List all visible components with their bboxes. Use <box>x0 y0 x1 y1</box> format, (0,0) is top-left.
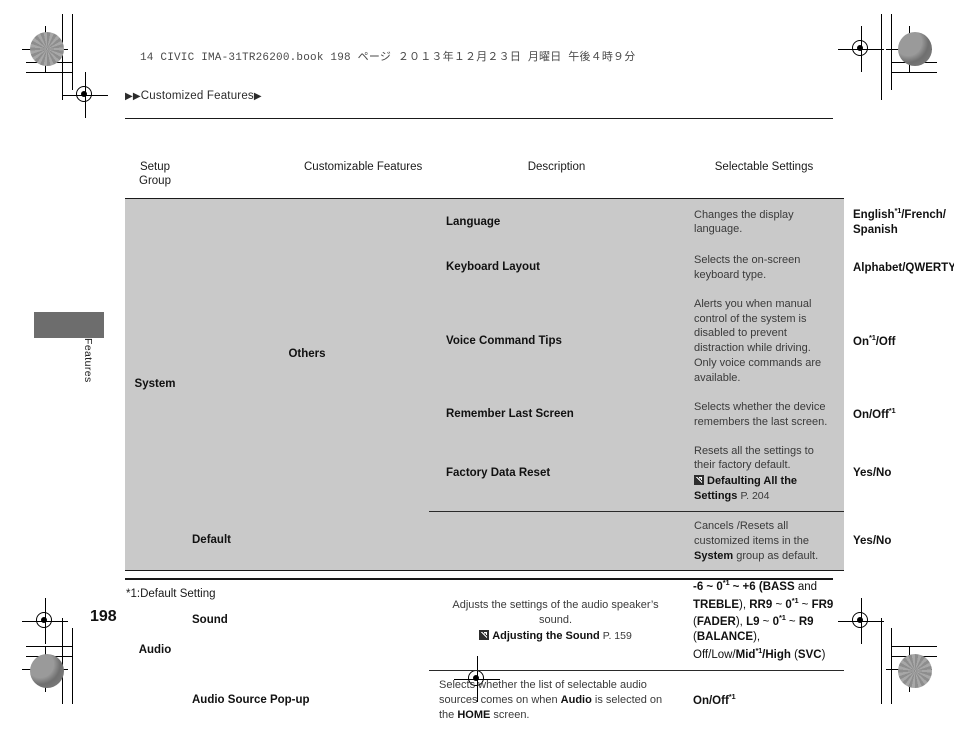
table-row: System Others Language Changes the displ… <box>125 198 946 571</box>
feature-keyboard-layout: Keyboard Layout <box>429 246 684 290</box>
table-bottom-rule <box>125 578 833 580</box>
settings-remember-last-screen-sup: *1 <box>888 406 896 416</box>
reference-text-adjusting-sound: Adjusting the Sound <box>492 629 600 642</box>
settings-keyboard-layout-text: Alphabet/QWERTY <box>853 262 954 275</box>
halftone-dot-top-right <box>898 32 932 66</box>
table-head: Setup Group Customizable Features Descri… <box>125 158 844 199</box>
header-rule <box>125 118 833 120</box>
customized-features-table: Setup Group Customizable Features Descri… <box>125 158 954 730</box>
feature-default-blank <box>429 510 684 571</box>
column-header-description: Description <box>527 161 586 173</box>
registration-mark-top-right-inner <box>838 26 884 72</box>
description-sound-text: Adjusts the settings of the audio speake… <box>452 599 659 626</box>
column-header-customizable-features: Customizable Features <box>304 161 423 173</box>
reference-arrow-icon <box>694 475 704 486</box>
halftone-dot-bottom-right <box>898 654 932 688</box>
column-header-setup-group: Setup Group <box>125 158 185 198</box>
description-remember-last-screen: Selects whether the device remembers the… <box>684 392 844 437</box>
reference-link-adjusting-sound[interactable]: Adjusting the Sound P. 159 <box>439 629 672 644</box>
subgroup-cell-others: Others <box>185 198 429 512</box>
settings-language-part1: English <box>853 208 895 221</box>
registration-mark-bottom-left-inner <box>22 598 68 644</box>
settings-remember-last-screen-text: On/Off <box>853 408 889 421</box>
settings-voice-command-tips-sup: *1 <box>868 332 876 342</box>
settings-audio-source-popup-sup: *1 <box>728 691 736 701</box>
customized-features-table-wrap: Setup Group Customizable Features Descri… <box>125 158 954 730</box>
side-tab-label: Features <box>82 338 94 383</box>
reference-link-defaulting[interactable]: Defaulting All the Settings P. 204 <box>694 474 832 504</box>
description-default-bold: System <box>694 549 734 562</box>
breadcrumb-label: Customized Features <box>140 90 254 102</box>
page-number: 198 <box>90 608 117 625</box>
registration-mark-bottom-right-inner <box>838 598 884 644</box>
settings-audio-source-popup: On/Off*1 <box>684 670 844 730</box>
settings-voice-command-tips-post: /Off <box>875 335 896 348</box>
reference-page-adjusting-sound: P. 159 <box>602 629 632 642</box>
description-audio-source-popup-bold1: Audio <box>560 694 592 707</box>
footnote-default-setting: *1:Default Setting <box>126 588 216 600</box>
settings-sound: -6 ~ 0*1 ~ +6 (BASS and TREBLE), RR9 ~ 0… <box>684 570 844 671</box>
setup-group-line2: Group <box>139 175 171 188</box>
table-row: Default Cancels /Resets all customized i… <box>125 510 891 571</box>
reference-page-defaulting: P. 204 <box>740 490 770 503</box>
breadcrumb: ▶▶Customized Features▶ <box>125 90 262 102</box>
feature-factory-data-reset: Factory Data Reset <box>429 436 684 512</box>
reference-arrow-icon <box>479 629 490 640</box>
settings-audio-source-popup-text: On/Off <box>693 694 729 707</box>
feature-audio-source-popup: Audio Source Pop-up <box>192 693 310 706</box>
table-row: Audio Sound Adjusts the settings of the … <box>125 570 844 730</box>
breadcrumb-arrow-left-icon: ▶▶ <box>125 91 141 102</box>
feature-sound: Sound <box>185 570 429 671</box>
print-slug: 14 CIVIC IMA-31TR26200.book 198 ページ ２０１３… <box>140 52 636 64</box>
crop-line-bl-v2 <box>72 628 73 704</box>
column-header-selectable-settings: Selectable Settings <box>714 161 814 173</box>
description-default-post: group as default. <box>733 549 819 562</box>
description-audio-source-popup-post: screen. <box>490 709 530 722</box>
description-keyboard-layout: Selects the on-screen keyboard type. <box>684 246 844 290</box>
halftone-dot-top-left <box>30 32 64 66</box>
table-body: System Others Language Changes the displ… <box>125 198 954 730</box>
description-sound: Adjusts the settings of the audio speake… <box>429 570 684 671</box>
table-row: Audio Source Pop-up Selects whether the … <box>125 670 844 730</box>
table-header-row: Setup Group Customizable Features Descri… <box>125 158 844 199</box>
breadcrumb-arrow-right-icon: ▶ <box>253 91 262 102</box>
description-language: Changes the display language. <box>684 198 844 247</box>
description-audio-source-popup-bold2: HOME <box>457 709 491 722</box>
description-audio-source-popup: Selects whether the list of selectable a… <box>429 670 684 730</box>
description-factory-data-reset-text: Resets all the settings to their factory… <box>694 444 814 472</box>
description-default-pre: Cancels /Resets all customized items in … <box>694 519 809 547</box>
feature-language: Language <box>429 198 684 247</box>
halftone-dot-bottom-left <box>30 654 64 688</box>
description-default: Cancels /Resets all customized items in … <box>684 510 844 571</box>
description-voice-command-tips: Alerts you when manual control of the sy… <box>684 289 844 393</box>
settings-voice-command-tips-text: On <box>853 335 869 348</box>
feature-voice-command-tips: Voice Command Tips <box>429 289 684 393</box>
setup-group-line1: Setup <box>139 161 171 173</box>
description-factory-data-reset: Resets all the settings to their factory… <box>684 436 844 512</box>
settings-language-part3: Spanish <box>853 224 898 237</box>
settings-language-part2: /French/ <box>901 208 946 221</box>
side-tab-marker <box>34 312 104 338</box>
subgroup-cell-default: Default <box>185 511 429 571</box>
registration-mark-top-left-inner <box>62 72 108 118</box>
crop-line-tr-h2 <box>891 72 937 73</box>
group-cell-system: System <box>125 198 185 571</box>
feature-remember-last-screen: Remember Last Screen <box>429 392 684 437</box>
